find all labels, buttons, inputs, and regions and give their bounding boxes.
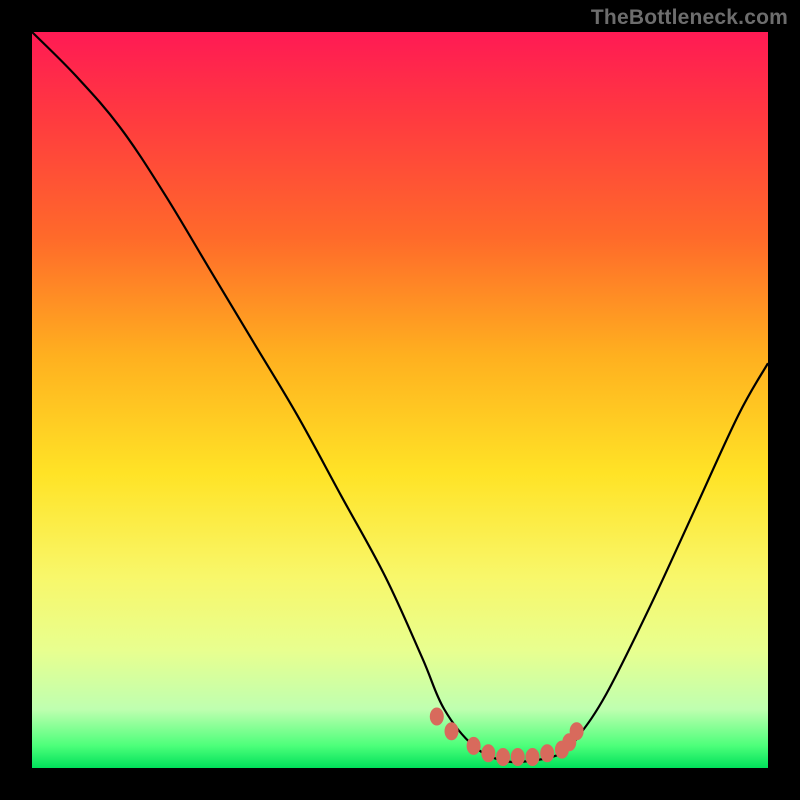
marker-dot	[525, 748, 539, 766]
marker-dot	[511, 748, 525, 766]
marker-dot	[496, 748, 510, 766]
marker-dot	[570, 722, 584, 740]
watermark-text: TheBottleneck.com	[591, 6, 788, 30]
plot-area	[32, 32, 768, 768]
chart-stage: TheBottleneck.com	[0, 0, 800, 800]
marker-dot	[481, 744, 495, 762]
marker-dot	[540, 744, 554, 762]
marker-dot	[430, 707, 444, 725]
bottleneck-curve	[32, 32, 768, 762]
chart-svg	[32, 32, 768, 768]
marker-dot	[467, 737, 481, 755]
optimal-range-dots	[430, 707, 584, 765]
marker-dot	[445, 722, 459, 740]
